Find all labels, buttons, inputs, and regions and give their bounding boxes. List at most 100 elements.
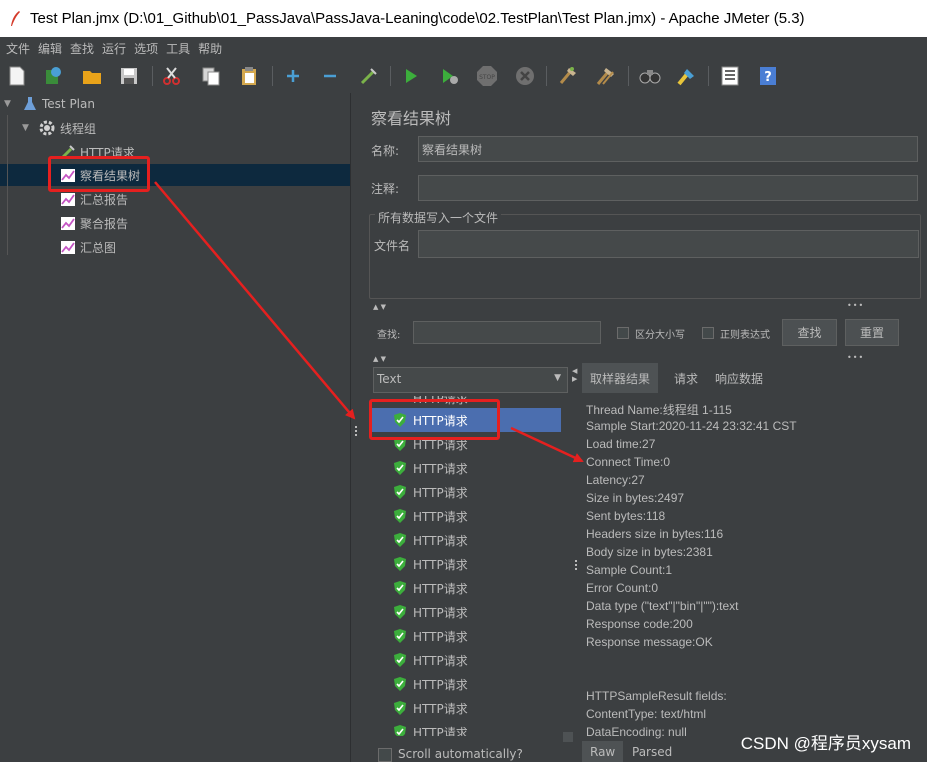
help-icon[interactable]: ? [757, 65, 779, 87]
result-detail-line: Connect Time:0 [586, 455, 671, 469]
cut-icon[interactable] [161, 65, 183, 87]
list-item[interactable]: HTTP请求 [369, 696, 561, 720]
list-item[interactable]: HTTP请求 [369, 504, 561, 528]
expand-arrow-icon[interactable]: ▼ [22, 123, 34, 133]
list-item[interactable]: HTTP请求 [369, 480, 561, 504]
test-plan-tree: ▼ Test Plan ▼ 线程组 HTTP请求 察看结果树 汇总报告 聚合报告… [0, 93, 350, 762]
result-detail-line: Size in bytes:2497 [586, 491, 685, 505]
tree-label: 聚合报告 [80, 216, 129, 231]
tree-item-test-plan[interactable]: ▼ Test Plan [0, 93, 350, 115]
result-detail-line: Data type ("text"|"bin"|""):text [586, 599, 739, 613]
templates-icon[interactable] [42, 65, 64, 87]
success-shield-icon [394, 533, 406, 547]
expand-icon[interactable] [282, 65, 304, 87]
reset-search-icon[interactable] [676, 65, 698, 87]
list-item-label: HTTP请求 [413, 461, 468, 476]
success-shield-icon [394, 653, 406, 667]
tab-parsed[interactable]: Parsed [624, 741, 680, 762]
list-item[interactable]: HTTP请求 [369, 552, 561, 576]
reset-button[interactable]: 重置 [845, 319, 899, 346]
jmeter-feather-icon [11, 10, 20, 26]
result-detail-line: Latency:27 [586, 473, 645, 487]
list-item-label: HTTP请求 [413, 605, 468, 620]
list-item[interactable]: HTTP请求 [369, 672, 561, 696]
listener-chart-icon [61, 217, 75, 230]
list-item[interactable]: HTTP请求 [369, 600, 561, 624]
search-icon[interactable] [639, 65, 661, 87]
split-arrows-icon[interactable]: ◀ ▶ [572, 367, 577, 383]
save-icon[interactable] [118, 65, 140, 87]
case-sensitive-checkbox[interactable] [617, 327, 629, 339]
search-field[interactable] [413, 321, 601, 344]
filename-label: 文件名 [374, 239, 411, 253]
more-dots-icon[interactable]: ••• [847, 353, 864, 362]
split-arrows-icon[interactable]: ▲ ▼ [373, 303, 386, 311]
renderer-select[interactable]: Text ▼ [373, 367, 568, 393]
scroll-auto-label: Scroll automatically? [398, 747, 523, 761]
result-detail-line: Sample Count:1 [586, 563, 673, 577]
tree-guide-line [7, 115, 8, 255]
comment-field[interactable] [418, 175, 918, 201]
comment-label: 注释: [371, 182, 400, 196]
splitter-grip-dot [355, 426, 357, 428]
stop-icon[interactable]: STOP [476, 65, 498, 87]
shutdown-icon[interactable] [514, 65, 536, 87]
results-list[interactable]: HTTP请求 HTTP请求 HTTP请求 HTTP请求 HTTP请求 HTTP请求 HT… [369, 396, 569, 736]
tab-sampler-result[interactable]: 取样器结果 [582, 363, 659, 393]
more-dots-icon[interactable]: ••• [847, 301, 864, 310]
function-helper-icon[interactable] [719, 65, 741, 87]
tab-request[interactable]: 请求 [666, 363, 706, 393]
filename-field[interactable] [418, 230, 919, 258]
tree-label: 汇总报告 [80, 192, 129, 207]
tree-item-aggregate-report[interactable]: 聚合报告 [0, 212, 350, 234]
list-item-label: HTTP请求 [413, 629, 468, 644]
expand-arrow-icon[interactable]: ▼ [4, 99, 16, 109]
list-item[interactable]: HTTP请求 [369, 624, 561, 648]
list-item[interactable]: HTTP请求 [369, 528, 561, 552]
list-item-label: HTTP请求 [413, 677, 468, 692]
clear-all-icon[interactable] [595, 65, 617, 87]
tab-response-data[interactable]: 响应数据 [707, 363, 771, 393]
clear-icon[interactable] [557, 65, 579, 87]
menu-run[interactable]: 运行 [98, 40, 130, 57]
new-icon[interactable] [6, 65, 28, 87]
menu-search[interactable]: 查找 [66, 40, 98, 57]
title-bar: Test Plan.jmx (D:\01_Github\01_PassJava\… [0, 0, 927, 37]
listener-chart-icon [61, 193, 75, 206]
list-item-label: HTTP请求 [413, 557, 468, 572]
start-icon[interactable] [400, 65, 422, 87]
tree-item-summary-graph[interactable]: 汇总图 [0, 236, 350, 258]
split-arrows-icon[interactable]: ▲ ▼ [373, 355, 386, 363]
menu-help[interactable]: 帮助 [194, 40, 226, 57]
menu-tools[interactable]: 工具 [162, 40, 194, 57]
copy-icon[interactable] [200, 65, 222, 87]
scroll-auto-checkbox[interactable] [378, 748, 392, 762]
paste-icon[interactable] [238, 65, 260, 87]
regex-checkbox[interactable] [702, 327, 714, 339]
success-shield-icon [394, 701, 406, 715]
list-item-label: HTTP请求 [413, 725, 468, 737]
success-shield-icon [394, 557, 406, 571]
start-no-pause-icon[interactable] [439, 65, 461, 87]
collapse-icon[interactable] [319, 65, 341, 87]
list-item[interactable]: HTTP请求 [369, 456, 561, 480]
menu-file[interactable]: 文件 [2, 40, 34, 57]
list-item-label: HTTP请求 [413, 533, 468, 548]
result-detail-line: Thread Name:线程组 1-115 [586, 403, 732, 417]
toggle-icon[interactable] [358, 65, 380, 87]
annotation-box-result [369, 399, 500, 440]
open-icon[interactable] [81, 65, 103, 87]
menu-options[interactable]: 选项 [130, 40, 162, 57]
list-item[interactable]: HTTP请求 [369, 648, 561, 672]
tab-raw[interactable]: Raw [582, 741, 624, 762]
list-item[interactable]: HTTP请求 [369, 720, 561, 736]
name-field[interactable]: 察看结果树 [418, 136, 918, 162]
menu-edit[interactable]: 编辑 [34, 40, 66, 57]
search-label: 查找: [377, 330, 401, 341]
tree-item-thread-group[interactable]: ▼ 线程组 [0, 117, 350, 139]
inner-split-divider[interactable] [563, 397, 580, 762]
watermark: CSDN @程序员xysam [740, 734, 911, 753]
find-button[interactable]: 查找 [782, 319, 837, 346]
list-item[interactable]: HTTP请求 [369, 576, 561, 600]
svg-text:?: ? [764, 70, 772, 85]
